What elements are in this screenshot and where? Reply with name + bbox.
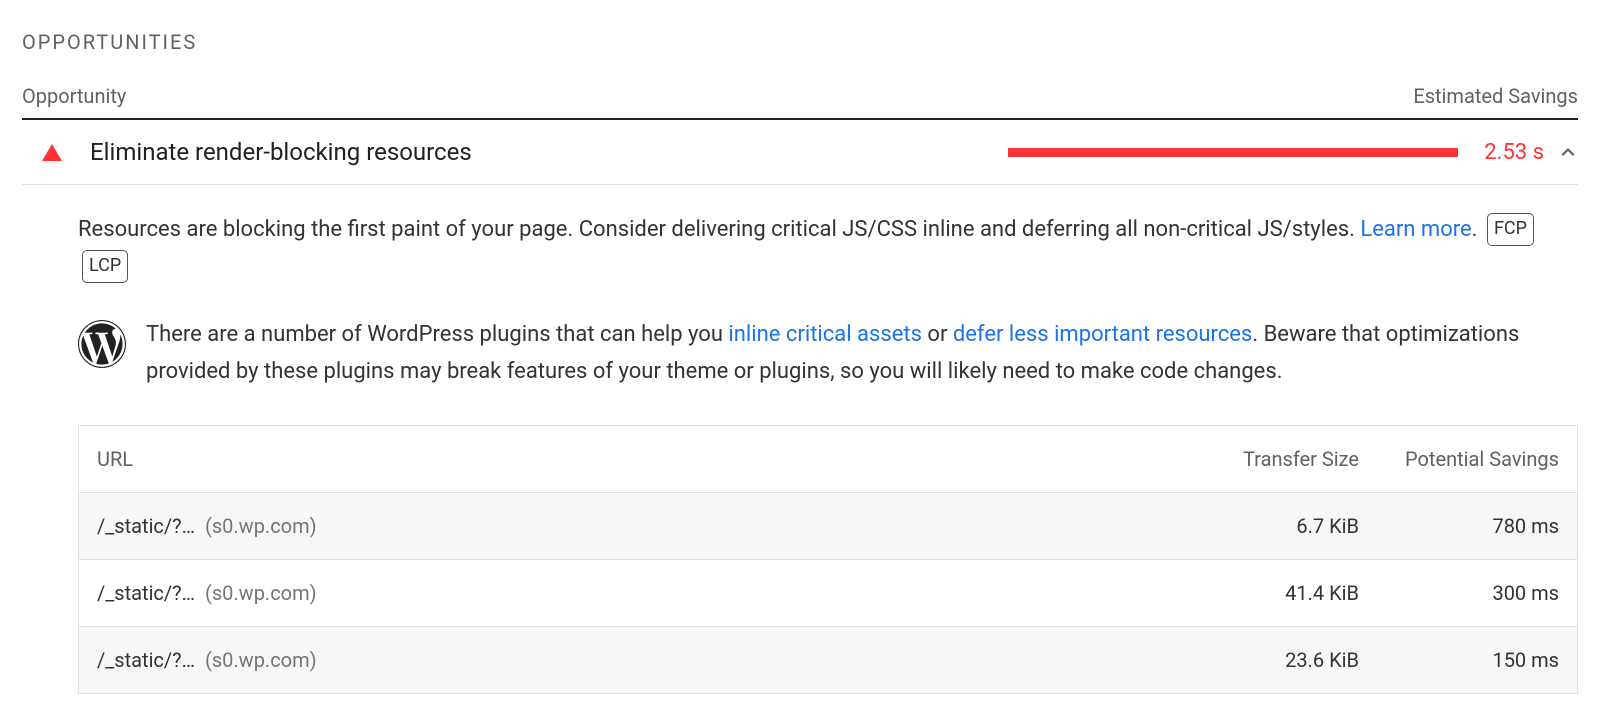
inline-critical-assets-link[interactable]: inline critical assets <box>728 322 922 347</box>
lcp-badge: LCP <box>82 250 128 283</box>
transfer-size: 6.7 KiB <box>1189 509 1359 543</box>
header-opportunity-label: Opportunity <box>22 84 126 108</box>
col-size-header: Transfer Size <box>1189 442 1359 476</box>
savings-value: 2.53 s <box>1484 140 1544 165</box>
potential-savings: 300 ms <box>1359 576 1559 610</box>
url-host: (s0.wp.com) <box>205 643 317 677</box>
wp-tip-prefix: There are a number of WordPress plugins … <box>146 322 728 347</box>
url-path: /_static/?… <box>97 509 195 543</box>
savings-indicator: 2.53 s <box>1008 140 1544 165</box>
potential-savings: 780 ms <box>1359 509 1559 543</box>
header-savings-label: Estimated Savings <box>1413 84 1578 108</box>
fail-triangle-icon <box>42 144 62 161</box>
section-heading: OPPORTUNITIES <box>22 30 1578 54</box>
table-row: /_static/?… (s0.wp.com) 41.4 KiB 300 ms <box>79 559 1577 626</box>
opportunities-panel: OPPORTUNITIES Opportunity Estimated Savi… <box>0 0 1600 714</box>
description-text: Resources are blocking the first paint o… <box>78 217 1360 242</box>
url-host: (s0.wp.com) <box>205 509 317 543</box>
resources-table: URL Transfer Size Potential Savings /_st… <box>78 425 1578 694</box>
opportunity-description: Resources are blocking the first paint o… <box>78 211 1578 286</box>
table-body: /_static/?… (s0.wp.com) 6.7 KiB 780 ms /… <box>79 492 1577 693</box>
wp-tip-or: or <box>922 322 953 347</box>
col-url-header: URL <box>97 442 133 476</box>
transfer-size: 23.6 KiB <box>1189 643 1359 677</box>
url-path: /_static/?… <box>97 576 195 610</box>
opportunity-title: Eliminate render-blocking resources <box>90 138 994 166</box>
url-path: /_static/?… <box>97 643 195 677</box>
chevron-up-icon[interactable] <box>1558 142 1578 162</box>
wordpress-tip: There are a number of WordPress plugins … <box>78 316 1578 391</box>
learn-more-link[interactable]: Learn more <box>1360 217 1471 242</box>
fcp-badge: FCP <box>1487 213 1534 246</box>
description-period: . <box>1472 217 1478 242</box>
col-savings-header: Potential Savings <box>1359 446 1559 472</box>
defer-resources-link[interactable]: defer less important resources <box>953 322 1252 347</box>
url-host: (s0.wp.com) <box>205 576 317 610</box>
wordpress-tip-text: There are a number of WordPress plugins … <box>146 316 1578 391</box>
transfer-size: 41.4 KiB <box>1189 576 1359 610</box>
table-head: URL Transfer Size Potential Savings <box>79 426 1577 492</box>
savings-bar <box>1008 148 1458 157</box>
potential-savings: 150 ms <box>1359 643 1559 677</box>
table-header-row: Opportunity Estimated Savings <box>22 76 1578 120</box>
wordpress-icon <box>78 320 126 380</box>
table-row: /_static/?… (s0.wp.com) 6.7 KiB 780 ms <box>79 492 1577 559</box>
table-row: /_static/?… (s0.wp.com) 23.6 KiB 150 ms <box>79 626 1577 693</box>
opportunity-details: Resources are blocking the first paint o… <box>22 185 1578 694</box>
opportunity-row[interactable]: Eliminate render-blocking resources 2.53… <box>22 120 1578 185</box>
